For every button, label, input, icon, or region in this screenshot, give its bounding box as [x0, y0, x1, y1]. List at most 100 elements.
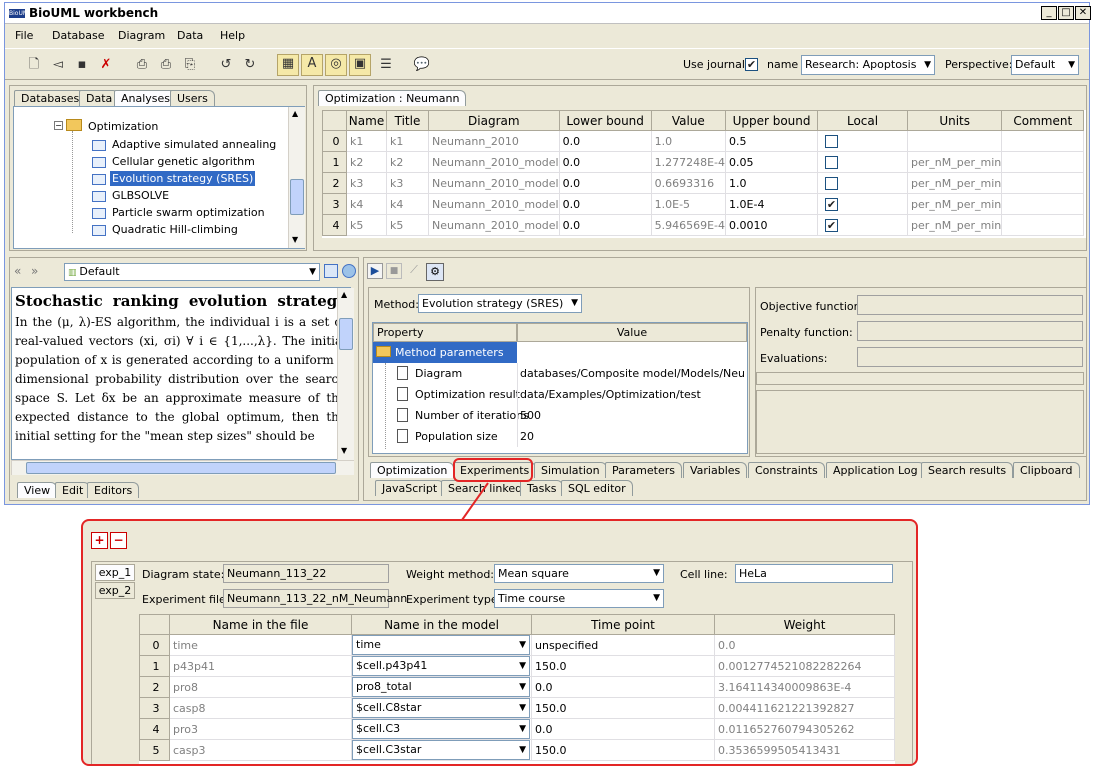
cell-line-input[interactable]: HeLa — [735, 564, 893, 583]
tab-users[interactable]: Users — [170, 90, 215, 106]
remove-experiment-icon[interactable]: − — [110, 532, 127, 549]
penalty-function-field[interactable] — [857, 321, 1083, 341]
comment-icon[interactable]: 💬 — [413, 56, 431, 74]
experiment-file-field[interactable]: Neumann_113_22_nM_Neumann — [223, 589, 407, 608]
model-name-select[interactable]: $cell.p43p41 ▼ — [352, 656, 530, 676]
tab-optimization[interactable]: Optimization — [370, 462, 455, 478]
stop-icon[interactable]: ■ — [386, 263, 402, 279]
use-journal-checkbox[interactable]: ✔ — [745, 58, 758, 71]
table-cell[interactable]: 1.0 — [650, 130, 727, 152]
menu-database[interactable]: Database — [52, 29, 105, 42]
local-checkbox-cell[interactable] — [817, 151, 909, 173]
table-cell[interactable]: k2 — [386, 151, 429, 173]
column-header[interactable]: Diagram — [428, 110, 560, 131]
table-cell[interactable]: per_nM_per_min — [907, 172, 1003, 194]
open-icon[interactable]: ◅ — [49, 56, 67, 74]
scroll-down-icon[interactable]: ▼ — [292, 235, 298, 244]
table-cell[interactable]: per_nM_per_min — [907, 214, 1003, 236]
forward-icon[interactable]: » — [31, 264, 45, 280]
method-parameters-row[interactable]: Method parameters — [373, 342, 517, 363]
table-cell[interactable]: pro8 — [169, 676, 352, 698]
delete-icon[interactable]: ✗ — [97, 56, 115, 74]
local-checkbox[interactable]: ✔ — [825, 197, 839, 211]
tree-item[interactable]: Quadratic Hill-climbing — [112, 223, 238, 236]
table-cell[interactable]: Neumann_2010_model — [428, 214, 560, 236]
tab-clipboard[interactable]: Clipboard — [1013, 462, 1080, 478]
local-checkbox[interactable]: ✔ — [825, 218, 839, 232]
tab-tasks[interactable]: Tasks — [520, 480, 564, 496]
table-cell[interactable]: 0.0 — [558, 130, 652, 152]
model-name-select[interactable]: $cell.C3star ▼ — [352, 740, 530, 760]
tab-optimization-neumann[interactable]: Optimization : Neumann — [318, 90, 467, 106]
property-row[interactable]: Number of iterations 500 — [373, 405, 749, 426]
column-header[interactable] — [322, 110, 347, 131]
tab-simulation[interactable]: Simulation — [534, 462, 607, 478]
property-row[interactable]: Population size 20 — [373, 426, 749, 447]
column-header[interactable]: Units — [907, 110, 1003, 131]
menu-data[interactable]: Data — [177, 29, 203, 42]
list-icon[interactable]: ☰ — [377, 56, 395, 74]
column-header[interactable]: Name in the file — [169, 614, 352, 635]
table-cell[interactable]: p43p41 — [169, 655, 352, 677]
new-document-icon[interactable]: 🗋 — [25, 56, 43, 74]
column-header[interactable]: Weight — [714, 614, 895, 635]
table-cell[interactable]: 0.0 — [558, 193, 652, 215]
doc-scrollbar[interactable]: ▲ ▼ — [337, 288, 354, 460]
menu-help[interactable]: Help — [220, 29, 245, 42]
print-preview-icon[interactable]: ⎙ — [157, 56, 175, 74]
diagram-state-field[interactable]: Neumann_113_22 — [223, 564, 389, 583]
table-cell[interactable]: 0.0 — [531, 718, 715, 740]
table-row[interactable]: 4 pro3 $cell.C3 ▼ 0.0 0.011652760794305262 — [139, 718, 895, 740]
doc-hscrollbar[interactable] — [11, 460, 354, 475]
method-select[interactable]: Evolution strategy (SRES) ▼ — [418, 294, 582, 313]
table-cell[interactable]: k4 — [346, 193, 387, 215]
table-row[interactable]: 3 k4 k4 Neumann_2010_model 0.0 1.0E-5 1.0E-4 ✔ p… — [322, 193, 1085, 215]
table-cell[interactable]: unspecified — [531, 634, 715, 656]
menu-diagram[interactable]: Diagram — [118, 29, 165, 42]
back-icon[interactable]: « — [14, 264, 28, 280]
column-header[interactable]: Comment — [1001, 110, 1085, 131]
column-header[interactable]: Value — [650, 110, 727, 131]
close-button[interactable]: ✕ — [1075, 6, 1091, 20]
evaluations-field[interactable] — [857, 347, 1083, 367]
table-row[interactable]: 2 k3 k3 Neumann_2010_model 0.0 0.6693316 1.0 pe… — [322, 172, 1085, 194]
scroll-down-icon[interactable]: ▼ — [341, 446, 347, 455]
tree-item[interactable]: Particle swarm optimization — [112, 206, 265, 219]
table-cell[interactable]: time — [169, 634, 352, 656]
table-row[interactable]: 1 k2 k2 Neumann_2010_model 0.0 1.277248E-4 0.0… — [322, 151, 1085, 173]
local-checkbox-cell[interactable]: ✔ — [817, 193, 909, 215]
minimize-button[interactable]: _ — [1041, 6, 1057, 20]
table-cell[interactable]: 0.0 — [558, 151, 652, 173]
plot-icon[interactable]: ⟋ — [406, 263, 422, 279]
table-cell[interactable]: pro3 — [169, 718, 352, 740]
table-cell[interactable]: casp8 — [169, 697, 352, 719]
table-cell[interactable]: per_nM_per_min — [907, 151, 1003, 173]
table-cell[interactable]: per_nM_per_min — [907, 193, 1003, 215]
table-cell[interactable]: 1.0 — [725, 172, 819, 194]
table-cell[interactable] — [1001, 214, 1085, 236]
table-cell[interactable]: k1 — [386, 130, 429, 152]
research-select[interactable]: Research: Apoptosis ▼ — [801, 55, 935, 75]
table-cell[interactable]: 150.0 — [531, 655, 715, 677]
scroll-up-icon[interactable]: ▲ — [292, 109, 298, 118]
model-name-select[interactable]: $cell.C8star ▼ — [352, 698, 530, 718]
run-icon[interactable]: ▶ — [367, 263, 383, 279]
column-header[interactable]: Upper bound — [725, 110, 819, 131]
table-cell[interactable]: k2 — [346, 151, 387, 173]
menu-file[interactable]: File — [15, 29, 33, 42]
model-name-cell[interactable]: $cell.C8star ▼ — [351, 697, 532, 719]
collapse-icon[interactable]: − — [54, 121, 63, 130]
table-cell[interactable] — [1001, 130, 1085, 152]
model-name-cell[interactable]: time ▼ — [351, 634, 532, 656]
table-cell[interactable]: 0.0010 — [725, 214, 819, 236]
model-name-cell[interactable]: $cell.C3star ▼ — [351, 739, 532, 761]
table-row[interactable]: 0 k1 k1 Neumann_2010 0.0 1.0 0.5 — [322, 130, 1085, 152]
table-cell[interactable]: 150.0 — [531, 697, 715, 719]
tree-scrollbar[interactable]: ▲ ▼ — [288, 107, 305, 248]
print-icon[interactable]: ⎙ — [133, 56, 151, 74]
redo-icon[interactable]: ↻ — [241, 56, 259, 74]
text-mode-icon[interactable]: A — [301, 54, 323, 76]
tree-folder-optimization[interactable]: Optimization — [88, 120, 158, 133]
local-checkbox[interactable] — [825, 176, 839, 190]
table-cell[interactable]: 1.0E-4 — [725, 193, 819, 215]
